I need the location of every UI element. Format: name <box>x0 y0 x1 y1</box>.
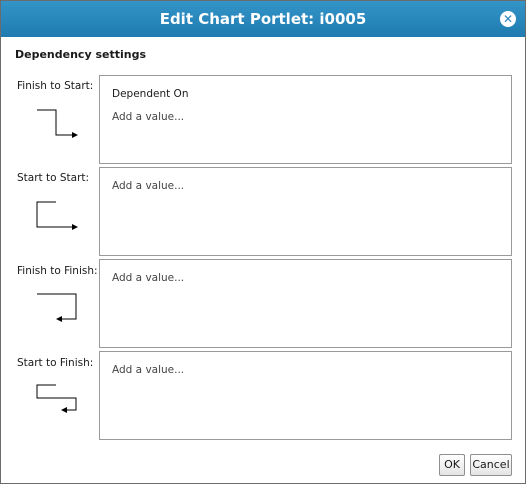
section-title: Dependency settings <box>15 48 146 61</box>
finish-to-finish-placeholder: Add a value... <box>112 272 185 284</box>
finish-to-finish-icon <box>37 293 77 322</box>
dependent-on-tag[interactable]: Dependent On <box>112 88 188 100</box>
start-to-start-placeholder: Add a value... <box>112 180 185 192</box>
start-to-start-field[interactable]: Add a value... <box>99 167 512 256</box>
edit-chart-portlet-dialog: Edit Chart Portlet: i0005 ✕ Dependency s… <box>0 0 526 484</box>
finish-to-start-label: Finish to Start: <box>17 80 94 92</box>
start-to-finish-field[interactable]: Add a value... <box>99 351 512 440</box>
finish-to-finish-field[interactable]: Add a value... <box>99 259 512 348</box>
start-to-start-icon <box>36 201 78 230</box>
dialog-title-bar: Edit Chart Portlet: i0005 ✕ <box>1 1 525 37</box>
start-to-finish-icon <box>36 384 77 413</box>
start-to-finish-placeholder: Add a value... <box>112 364 185 376</box>
dialog-title: Edit Chart Portlet: i0005 <box>159 10 367 28</box>
start-to-start-label: Start to Start: <box>17 172 90 184</box>
cancel-button[interactable]: Cancel <box>470 454 512 476</box>
finish-to-finish-label: Finish to Finish: <box>17 265 98 277</box>
ok-button[interactable]: OK <box>439 454 465 476</box>
finish-to-start-placeholder: Add a value... <box>112 111 185 123</box>
close-icon[interactable]: ✕ <box>500 11 516 27</box>
start-to-finish-label: Start to Finish: <box>17 357 94 369</box>
finish-to-start-field[interactable]: Dependent On Add a value... <box>99 75 512 164</box>
finish-to-start-icon <box>37 109 78 138</box>
